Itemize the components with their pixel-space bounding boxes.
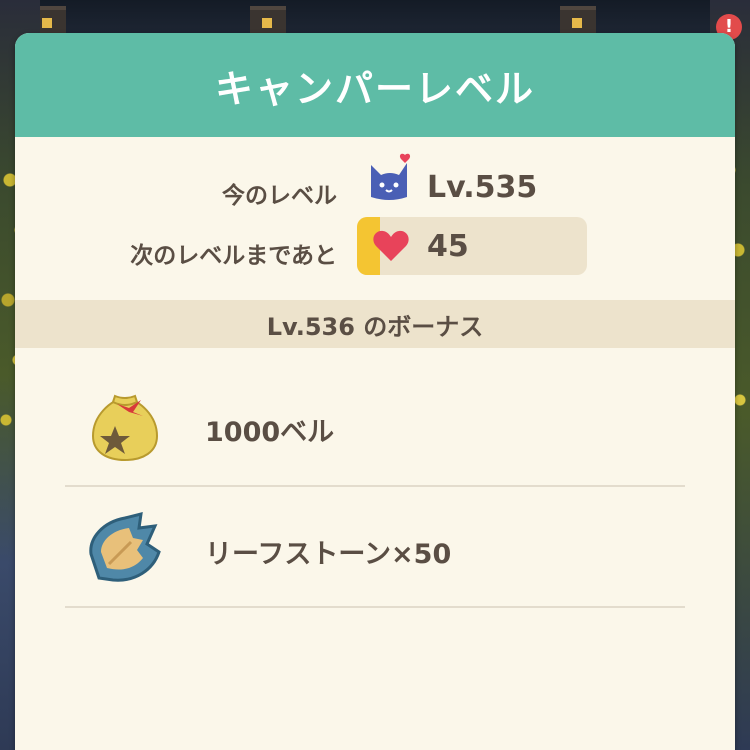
panel-header: キャンパーレベル <box>15 33 735 137</box>
divider <box>65 606 685 608</box>
next-level-label: 次のレベルまであと <box>130 243 337 269</box>
reward-item: リーフストーン×50 <box>65 488 685 608</box>
reward-label: 1000ベル <box>205 417 335 448</box>
reward-label: リーフストーン×50 <box>205 539 452 570</box>
bonus-header: Lv.536 のボーナス <box>15 300 735 348</box>
divider <box>65 485 685 487</box>
game-scene: ! キャンパーレベル 今のレベル Lv.535 次のレベルまであと 45 Lv.… <box>0 0 750 750</box>
leaf-stone-icon <box>89 512 161 582</box>
reward-item: 1000ベル <box>65 366 685 486</box>
remaining-points-value: 45 <box>427 229 469 264</box>
bonus-title: Lv.536 のボーナス <box>266 312 484 341</box>
bell-bag-icon <box>91 394 159 462</box>
heart-icon <box>373 230 409 261</box>
cat-heart-icon <box>371 153 411 200</box>
panel-title: キャンパーレベル <box>214 66 535 111</box>
camper-level-panel: キャンパーレベル 今のレベル Lv.535 次のレベルまであと 45 Lv.53… <box>15 33 735 750</box>
current-level-value: Lv.535 <box>427 170 538 205</box>
current-level-label: 今のレベル <box>222 183 337 209</box>
